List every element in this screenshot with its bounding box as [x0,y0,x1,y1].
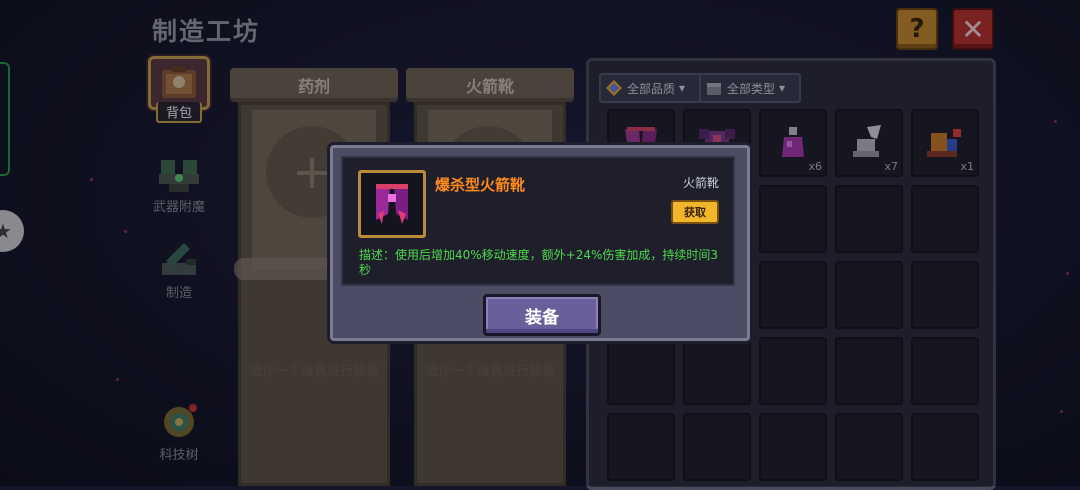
item-info-panel: 爆杀型火箭靴 火箭靴 获取 描述：使用后增加40%移动速度，额外+24%伤害加成… [341,156,735,286]
item-detail-modal: 爆杀型火箭靴 火箭靴 获取 描述：使用后增加40%移动速度，额外+24%伤害加成… [330,145,750,341]
item-name: 爆杀型火箭靴 [435,176,526,194]
get-button[interactable]: 获取 [671,200,719,224]
rocket-boots-icon [376,184,408,224]
equip-button[interactable]: 装备 [483,294,601,336]
item-type: 火箭靴 [682,176,719,190]
item-description: 描述：使用后增加40%移动速度，额外+24%伤害加成，持续时间3秒 [359,248,719,277]
item-icon-frame [358,170,426,238]
